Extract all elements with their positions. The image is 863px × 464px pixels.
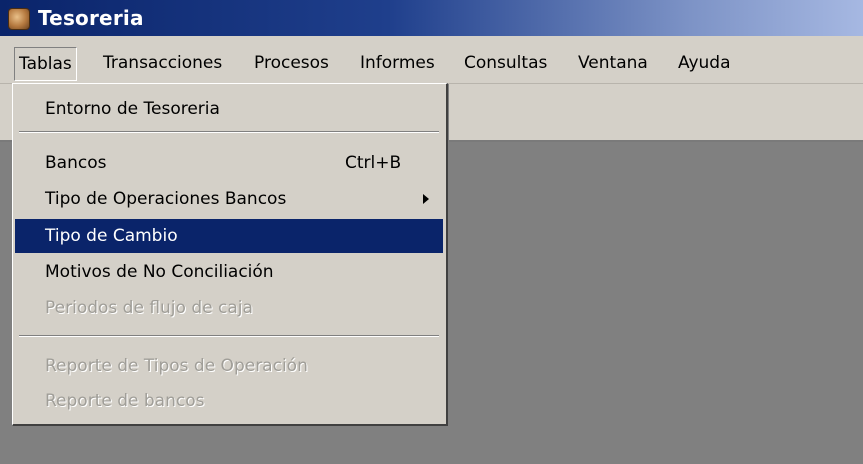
menu-item-motivos-de-no-conciliacion[interactable]: Motivos de No Conciliación bbox=[15, 255, 443, 289]
menu-item-label: Reporte de Tipos de Operación bbox=[45, 356, 308, 376]
tablas-dropdown-menu: Entorno de Tesoreria Bancos Ctrl+B Tipo … bbox=[12, 83, 448, 426]
app-icon[interactable] bbox=[8, 8, 30, 30]
menu-item-bancos[interactable]: Bancos Ctrl+B bbox=[15, 146, 443, 180]
menu-item-tipo-de-cambio[interactable]: Tipo de Cambio bbox=[15, 219, 443, 253]
title-bar[interactable]: Tesoreria bbox=[0, 0, 863, 36]
menu-item-label: Bancos bbox=[45, 153, 107, 173]
application-window: Tesoreria Tablas Transacciones Procesos … bbox=[0, 0, 863, 464]
menu-item-reporte-de-bancos: Reporte de bancos bbox=[15, 384, 443, 418]
menu-item-label: Reporte de bancos bbox=[45, 391, 205, 411]
menu-item-label: Periodos de flujo de caja bbox=[45, 298, 253, 318]
menu-item-label: Entorno de Tesoreria bbox=[45, 99, 220, 119]
menu-separator bbox=[19, 131, 439, 133]
menu-item-label: Tipo de Cambio bbox=[45, 226, 178, 246]
window-title: Tesoreria bbox=[38, 6, 144, 30]
menu-ventana[interactable]: Ventana bbox=[578, 47, 648, 81]
submenu-arrow-icon bbox=[423, 194, 429, 204]
menu-separator bbox=[19, 335, 439, 337]
menu-item-label: Tipo de Operaciones Bancos bbox=[45, 189, 287, 209]
menu-tablas[interactable]: Tablas bbox=[14, 47, 77, 81]
menu-item-periodos-de-flujo-de-caja: Periodos de flujo de caja bbox=[15, 291, 443, 325]
menu-item-shortcut: Ctrl+B bbox=[345, 153, 402, 173]
menu-procesos[interactable]: Procesos bbox=[254, 47, 329, 81]
menu-ayuda[interactable]: Ayuda bbox=[678, 47, 731, 81]
menu-item-entorno-de-tesoreria[interactable]: Entorno de Tesoreria bbox=[15, 92, 443, 126]
menu-consultas[interactable]: Consultas bbox=[464, 47, 547, 81]
menu-transacciones[interactable]: Transacciones bbox=[103, 47, 222, 81]
menu-item-reporte-de-tipos-de-operacion: Reporte de Tipos de Operación bbox=[15, 349, 443, 383]
menu-informes[interactable]: Informes bbox=[360, 47, 435, 81]
menu-item-label: Motivos de No Conciliación bbox=[45, 262, 274, 282]
menu-item-tipo-de-operaciones-bancos[interactable]: Tipo de Operaciones Bancos bbox=[15, 182, 443, 216]
